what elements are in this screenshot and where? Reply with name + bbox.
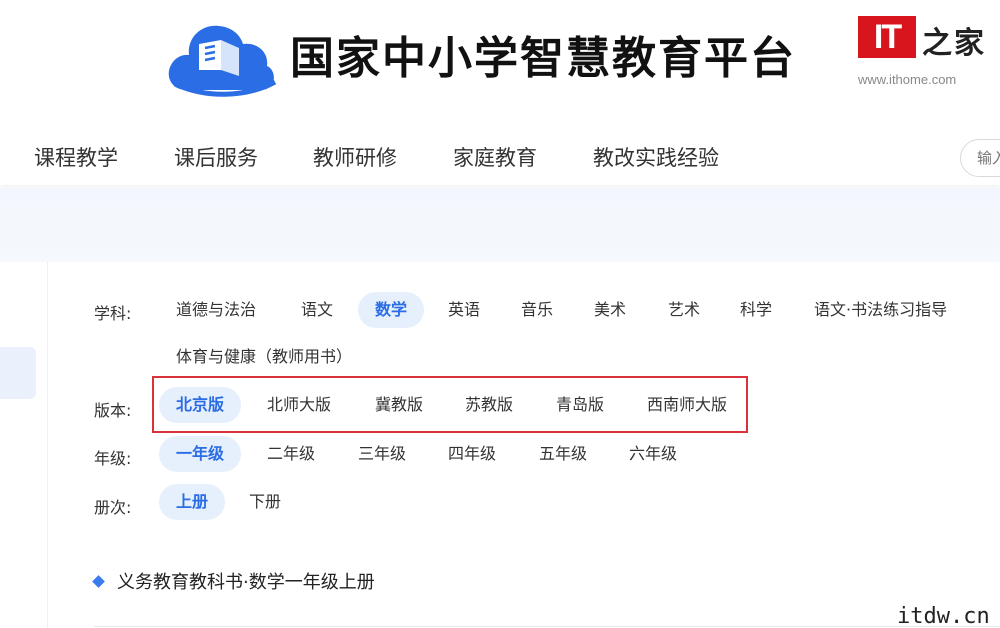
side-panel [0, 262, 48, 628]
grade-label: 年级: [94, 449, 132, 468]
grade-option[interactable]: 二年级 [250, 436, 332, 472]
banner [0, 188, 1000, 262]
main-nav: 课程教学 课后服务 教师研修 家庭教育 教改实践经验 [0, 130, 1000, 185]
book-title[interactable]: 义务教育教科书·数学一年级上册 [92, 568, 375, 594]
nav-item-after-school[interactable]: 课后服务 [174, 142, 258, 172]
search-box[interactable] [960, 139, 1000, 177]
subject-option[interactable]: 道德与法治 [159, 292, 273, 328]
subject-option[interactable]: 语文·书法练习指导 [797, 292, 964, 328]
volume-option[interactable]: 下册 [232, 484, 298, 520]
site-header: 国家中小学智慧教育平台 IT 之家 www.ithome.com [0, 0, 1000, 120]
ithome-cn-text: 之家 [922, 26, 986, 61]
ithome-url: www.ithome.com [858, 72, 957, 87]
search-input[interactable] [977, 149, 1000, 167]
nav-item-teacher-training[interactable]: 教师研修 [313, 142, 397, 172]
nav-item-reform-practice[interactable]: 教改实践经验 [593, 142, 719, 172]
subject-option-selected[interactable]: 数学 [358, 292, 425, 328]
divider [94, 626, 1000, 627]
ithome-logo: IT 之家 www.ithome.com [858, 16, 988, 90]
ithome-badge: IT [858, 16, 916, 58]
subject-option[interactable]: 科学 [723, 292, 789, 328]
edition-option[interactable]: 西南师大版 [630, 387, 744, 423]
edition-option[interactable]: 青岛版 [539, 387, 621, 423]
nav-item-course-teaching[interactable]: 课程教学 [34, 142, 118, 172]
grade-option-selected[interactable]: 一年级 [159, 436, 242, 472]
book-title-text: 义务教育教科书·数学一年级上册 [117, 572, 375, 593]
watermark: itdw.cn [897, 604, 990, 628]
edition-label: 版本: [94, 401, 132, 420]
site-title: 国家中小学智慧教育平台 [290, 33, 796, 84]
subject-option[interactable]: 美术 [577, 292, 643, 328]
grade-option[interactable]: 六年级 [612, 436, 694, 472]
subject-option[interactable]: 语文 [284, 292, 350, 328]
diamond-bullet-icon [92, 575, 105, 588]
cloud-book-logo-icon[interactable] [165, 10, 277, 100]
volume-label: 册次: [94, 498, 132, 517]
subject-option[interactable]: 体育与健康（教师用书） [159, 339, 369, 375]
edition-option-selected[interactable]: 北京版 [159, 387, 242, 423]
volume-option-selected[interactable]: 上册 [159, 484, 226, 520]
grade-option[interactable]: 三年级 [341, 436, 423, 472]
edition-option[interactable]: 冀教版 [358, 387, 440, 423]
subject-option[interactable]: 英语 [431, 292, 497, 328]
side-tab-active[interactable] [0, 347, 36, 399]
subject-option[interactable]: 艺术 [651, 292, 717, 328]
subject-label: 学科: [94, 304, 132, 323]
edition-option[interactable]: 苏教版 [448, 387, 530, 423]
subject-option[interactable]: 音乐 [504, 292, 570, 328]
edition-option[interactable]: 北师大版 [250, 387, 348, 423]
nav-item-family-education[interactable]: 家庭教育 [453, 142, 537, 172]
grade-option[interactable]: 四年级 [431, 436, 513, 472]
grade-option[interactable]: 五年级 [522, 436, 604, 472]
